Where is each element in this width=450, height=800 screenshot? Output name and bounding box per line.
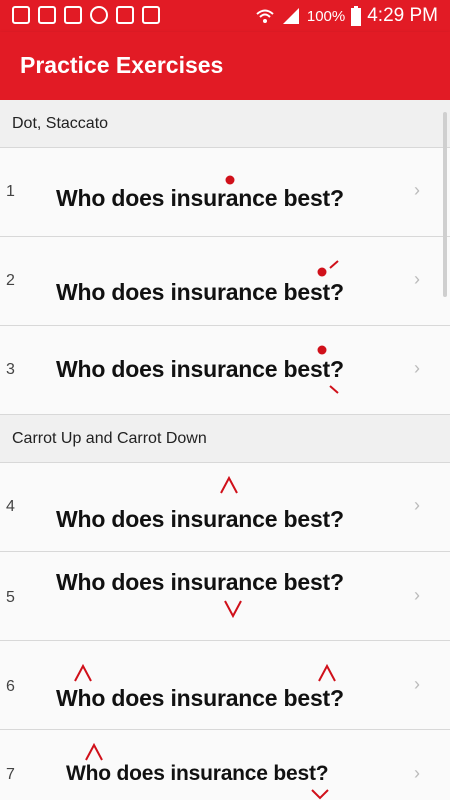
page-title: Practice Exercises	[20, 52, 224, 78]
row-number: 2	[6, 272, 15, 289]
chevron-right-icon[interactable]: ›	[414, 763, 420, 784]
system-icons: 100% 4:29 PM	[255, 5, 438, 27]
carrot-down-mark	[311, 789, 329, 800]
carrot-up-mark	[220, 475, 238, 494]
chevron-right-icon[interactable]: ›	[414, 495, 420, 516]
exercise-row-7[interactable]: 7 Who does insurance best? ›	[0, 730, 450, 800]
shield-icon	[90, 6, 108, 24]
exercise-sentence: Who does insurance best?	[56, 279, 344, 305]
exercise-row-4[interactable]: 4 Who does insurance best? ›	[0, 463, 450, 552]
copy-icon	[38, 6, 56, 24]
exercise-sentence: Who does insurance best?	[56, 569, 344, 595]
chevron-right-icon[interactable]: ›	[414, 269, 420, 290]
clipboard-check-icon	[142, 6, 160, 24]
exercise-list[interactable]: Dot, Staccato 1 Who does insurance best?…	[0, 100, 450, 800]
gmail-icon	[64, 6, 82, 24]
exercise-sentence: Who does insurance best?	[56, 685, 344, 711]
carrot-up-mark	[85, 742, 103, 761]
battery-percent: 100%	[306, 7, 346, 25]
carrot-up-mark	[74, 663, 92, 682]
row-number: 4	[6, 498, 15, 515]
chevron-right-icon[interactable]: ›	[414, 358, 420, 379]
chevron-right-icon[interactable]: ›	[414, 180, 420, 201]
exercise-row-3[interactable]: 3 Who does insurance best? ›	[0, 326, 450, 415]
clock: 4:29 PM	[367, 5, 438, 26]
section-header-dot-staccato: Dot, Staccato	[0, 100, 450, 148]
staccato-dot-up-mark	[317, 260, 339, 277]
image-icon	[12, 6, 30, 24]
carrot-down-mark	[224, 600, 242, 619]
wifi-icon	[256, 9, 274, 23]
row-number: 3	[6, 361, 15, 378]
chevron-right-icon[interactable]: ›	[414, 585, 420, 606]
staccato-down-tick-mark	[329, 385, 339, 394]
exercise-row-6[interactable]: 6 Who does insurance best? ›	[0, 641, 450, 730]
staccato-dot-mark	[225, 175, 235, 185]
notification-icons	[12, 6, 160, 24]
exercise-row-5[interactable]: 5 Who does insurance best? ›	[0, 552, 450, 641]
exercise-row-1[interactable]: 1 Who does insurance best? ›	[0, 148, 450, 237]
chevron-right-icon[interactable]: ›	[414, 674, 420, 695]
signal-icon	[282, 8, 299, 24]
exercise-sentence: Who does insurance best?	[56, 185, 344, 211]
exercise-sentence: Who does insurance best?	[56, 506, 344, 532]
row-number: 1	[6, 183, 15, 200]
row-number: 6	[6, 678, 15, 695]
exercise-sentence: Who does insurance best?	[66, 762, 329, 785]
battery-icon	[351, 6, 362, 26]
exercise-sentence: Who does insurance best?	[56, 356, 344, 382]
row-number: 7	[6, 766, 15, 783]
row-number: 5	[6, 589, 15, 606]
app-bar: Practice Exercises	[0, 32, 450, 100]
status-bar: 100% 4:29 PM	[0, 0, 450, 32]
scrollbar[interactable]	[443, 112, 447, 297]
block-icon	[116, 6, 134, 24]
carrot-up-mark	[318, 663, 336, 682]
exercise-row-2[interactable]: 2 Who does insurance best? ›	[0, 237, 450, 326]
staccato-dot-mark	[317, 345, 327, 355]
section-header-carrot: Carrot Up and Carrot Down	[0, 415, 450, 463]
